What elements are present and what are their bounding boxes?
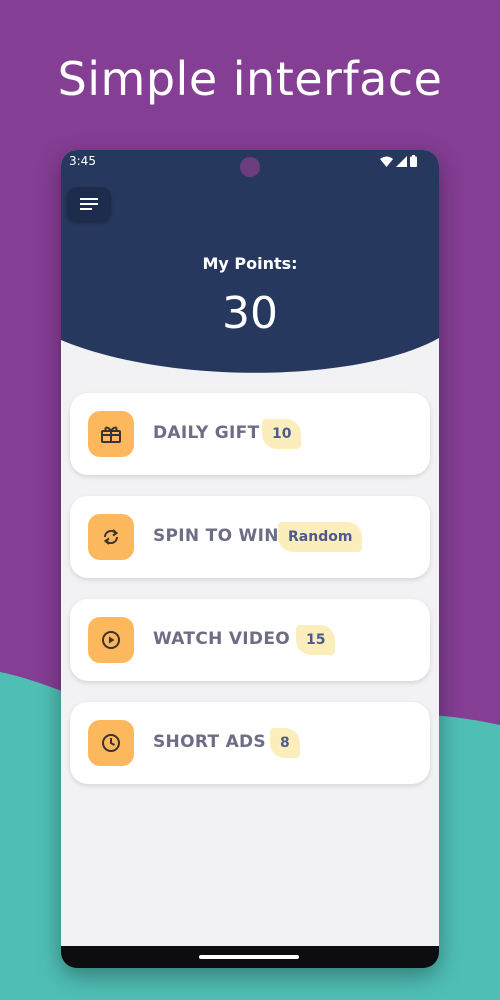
wifi-icon <box>380 156 393 167</box>
app-screen: 3:45 My Points: 30 DAILY GIFT 10 SPIN TO… <box>61 150 439 946</box>
points-badge: 8 <box>270 728 300 758</box>
card-title: WATCH VIDEO <box>153 629 291 649</box>
points-badge: Random <box>278 522 363 552</box>
points-badge: 10 <box>262 419 302 449</box>
watch-video-card[interactable]: WATCH VIDEO 15 <box>70 599 430 681</box>
status-icons <box>380 155 417 167</box>
gift-icon <box>88 411 134 457</box>
promo-headline: Simple interface <box>57 52 443 106</box>
spin-to-win-card[interactable]: SPIN TO WIN Random <box>70 496 430 578</box>
phone-frame: 3:45 My Points: 30 DAILY GIFT 10 SPIN TO… <box>61 150 439 968</box>
points-value: 30 <box>222 288 278 339</box>
points-badge: 15 <box>296 625 336 655</box>
card-title: SPIN TO WIN <box>153 526 279 546</box>
battery-icon <box>410 155 417 167</box>
points-label: My Points: <box>202 254 298 273</box>
clock-icon <box>88 720 134 766</box>
short-ads-card[interactable]: SHORT ADS 8 <box>70 702 430 784</box>
menu-icon <box>80 198 98 210</box>
camera-cutout <box>240 157 260 177</box>
signal-icon <box>396 155 407 167</box>
card-title: SHORT ADS <box>153 732 266 752</box>
refresh-icon <box>88 514 134 560</box>
card-title: DAILY GIFT <box>153 423 260 443</box>
daily-gift-card[interactable]: DAILY GIFT 10 <box>70 393 430 475</box>
status-time: 3:45 <box>69 154 96 168</box>
menu-button[interactable] <box>67 187 111 221</box>
play-icon <box>88 617 134 663</box>
home-indicator[interactable] <box>199 955 299 959</box>
